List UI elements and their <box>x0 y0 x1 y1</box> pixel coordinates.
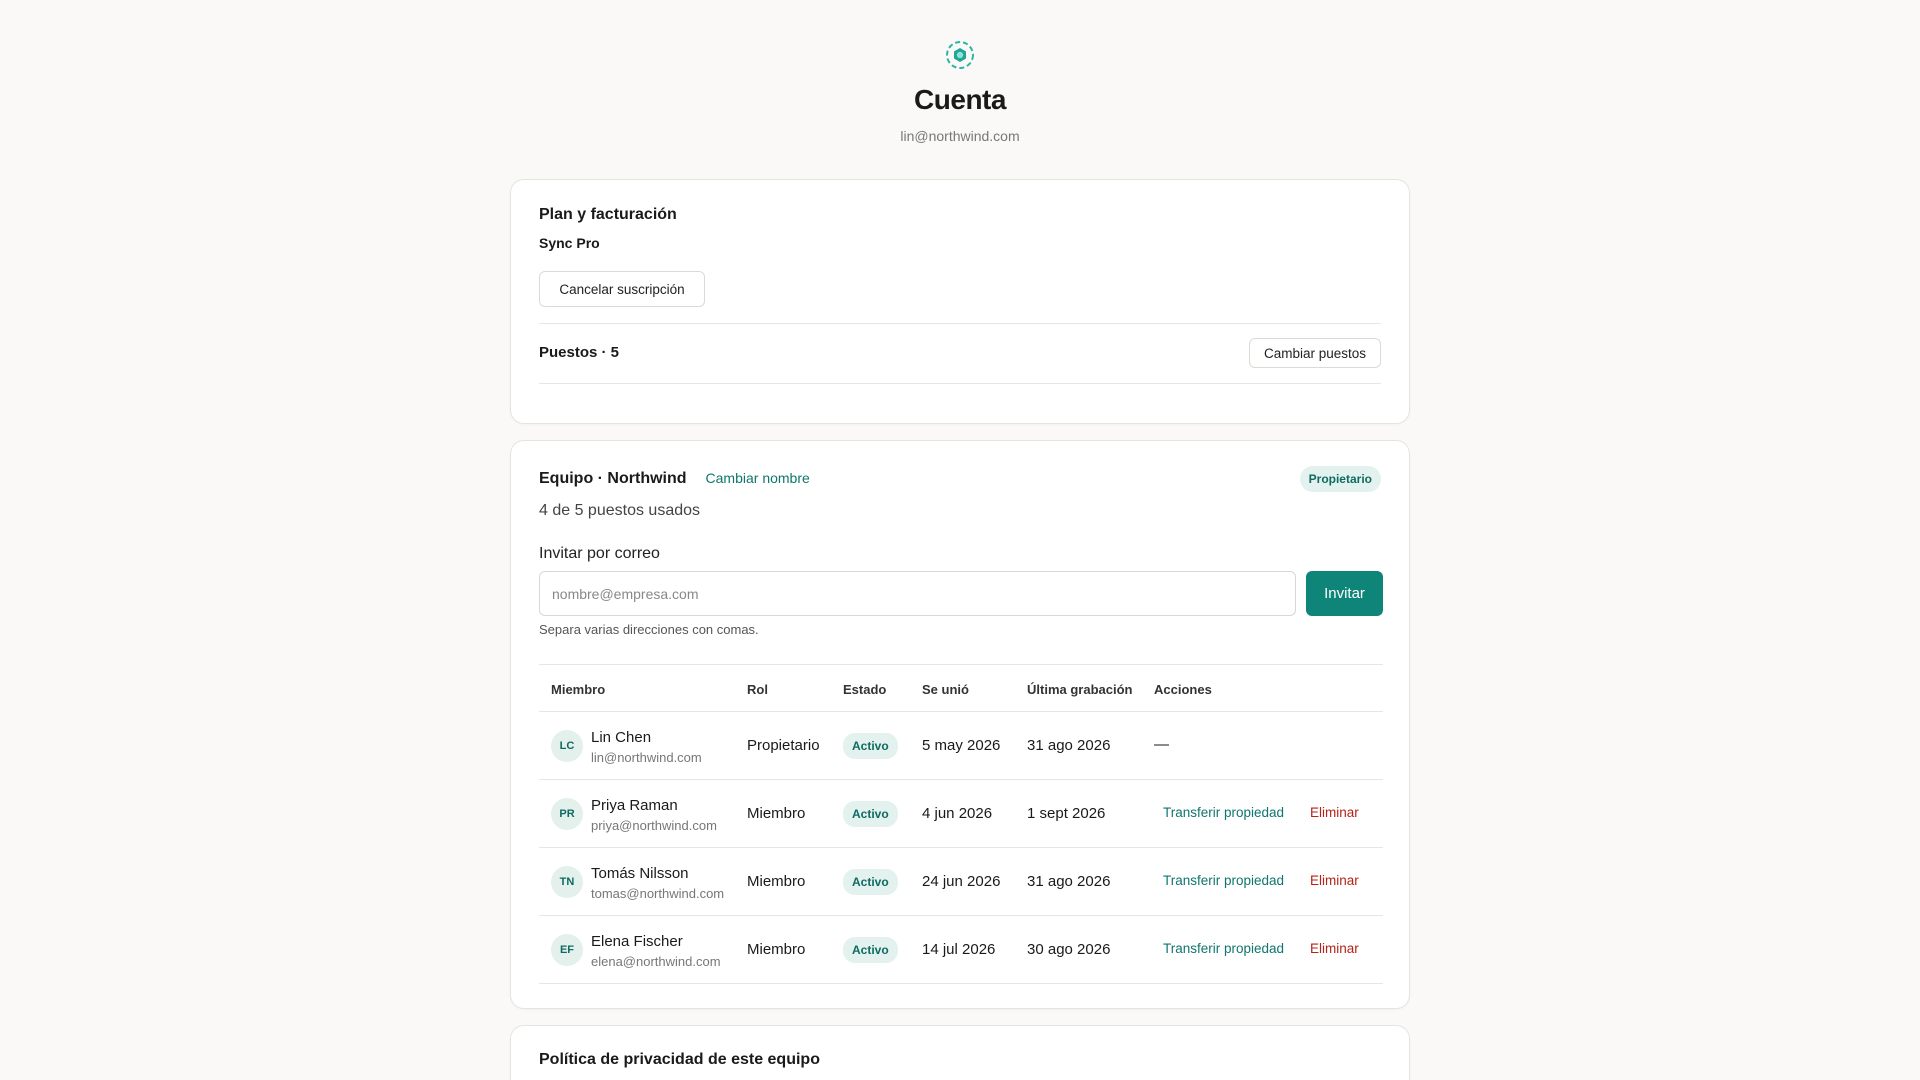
status-badge: Activo <box>843 801 898 827</box>
status-badge: Activo <box>843 937 898 963</box>
member-last-recording: 31 ago 2026 <box>1027 873 1111 890</box>
column-header-role: Rol <box>747 682 768 697</box>
table-row: PR Priya Raman priya@northwind.com Miemb… <box>539 780 1383 848</box>
account-email: lin@northwind.com <box>900 128 1020 144</box>
avatar: TN <box>551 866 583 898</box>
column-header-actions: Acciones <box>1154 682 1212 697</box>
member-role: Miembro <box>747 941 806 958</box>
member-email: elena@northwind.com <box>591 954 721 969</box>
transfer-ownership-button[interactable]: Transferir propiedad <box>1163 805 1284 820</box>
table-row: LC Lin Chen lin@northwind.com Propietari… <box>539 712 1383 780</box>
member-joined: 14 jul 2026 <box>922 941 996 958</box>
remove-member-button[interactable]: Eliminar <box>1310 805 1359 820</box>
status-badge: Activo <box>843 869 898 895</box>
rename-team-link[interactable]: Cambiar nombre <box>706 470 810 486</box>
column-header-status: Estado <box>843 682 887 697</box>
member-last-recording: 1 sept 2026 <box>1027 805 1106 822</box>
member-joined: 24 jun 2026 <box>922 873 1001 890</box>
privacy-card: Política de privacidad de este equipo <box>510 1025 1410 1080</box>
cancel-subscription-button[interactable]: Cancelar suscripción <box>539 271 705 307</box>
sync-logo-icon <box>946 41 974 69</box>
billing-divider-top <box>539 323 1381 324</box>
member-name: Lin Chen <box>591 729 652 746</box>
member-email: tomas@northwind.com <box>591 886 725 901</box>
role-badge: Propietario <box>1299 466 1381 492</box>
member-role: Miembro <box>747 805 806 822</box>
invite-label: Invitar por correo <box>539 545 660 562</box>
member-last-recording: 30 ago 2026 <box>1027 941 1111 958</box>
member-role: Propietario <box>747 737 820 754</box>
table-row: EF Elena Fischer elena@northwind.com Mie… <box>539 916 1383 984</box>
column-header-last-recording: Última grabación <box>1027 682 1133 697</box>
members-table: Miembro Rol Estado Se unió Última grabac… <box>539 664 1383 984</box>
member-email: lin@northwind.com <box>591 750 702 765</box>
member-joined: 5 may 2026 <box>922 737 1001 754</box>
member-joined: 4 jun 2026 <box>922 805 993 822</box>
change-seats-button[interactable]: Cambiar puestos <box>1249 338 1381 368</box>
team-title: Equipo · Northwind <box>539 470 687 487</box>
transfer-ownership-button[interactable]: Transferir propiedad <box>1163 873 1284 888</box>
billing-title: Plan y facturación <box>539 206 677 223</box>
avatar: LC <box>551 730 583 762</box>
avatar: EF <box>551 934 583 966</box>
table-row: TN Tomás Nilsson tomas@northwind.com Mie… <box>539 848 1383 916</box>
member-name: Tomás Nilsson <box>591 865 689 882</box>
column-header-member: Miembro <box>551 682 606 697</box>
page-header: Cuenta lin@northwind.com <box>0 38 1920 144</box>
member-last-recording: 31 ago 2026 <box>1027 737 1111 754</box>
member-name: Elena Fischer <box>591 933 683 950</box>
team-card: Equipo · Northwind Cambiar nombre Propie… <box>510 440 1410 1009</box>
seat-usage: 4 de 5 puestos usados <box>539 502 701 519</box>
invite-hint: Separa varias direcciones con comas. <box>539 622 759 637</box>
team-header: Equipo · Northwind Cambiar nombre <box>539 470 810 488</box>
remove-member-button[interactable]: Eliminar <box>1310 941 1359 956</box>
page-title: Cuenta <box>914 84 1006 115</box>
status-badge: Activo <box>843 733 898 759</box>
invite-email-input[interactable] <box>539 571 1296 616</box>
member-role: Miembro <box>747 873 806 890</box>
plan-name: Sync Pro <box>539 235 600 251</box>
no-actions: — <box>1154 736 1169 753</box>
account-page: Cuenta lin@northwind.com Plan y facturac… <box>0 0 1920 1080</box>
avatar: PR <box>551 798 583 830</box>
billing-card: Plan y facturación Sync Pro Cancelar sus… <box>510 179 1410 424</box>
invite-button[interactable]: Invitar <box>1306 571 1383 616</box>
table-header: Miembro Rol Estado Se unió Última grabac… <box>539 664 1383 712</box>
member-email: priya@northwind.com <box>591 818 717 833</box>
privacy-title: Política de privacidad de este equipo <box>539 1051 820 1068</box>
column-header-joined: Se unió <box>922 682 969 697</box>
billing-divider-bottom <box>539 383 1381 384</box>
member-name: Priya Raman <box>591 797 678 814</box>
remove-member-button[interactable]: Eliminar <box>1310 873 1359 888</box>
transfer-ownership-button[interactable]: Transferir propiedad <box>1163 941 1284 956</box>
